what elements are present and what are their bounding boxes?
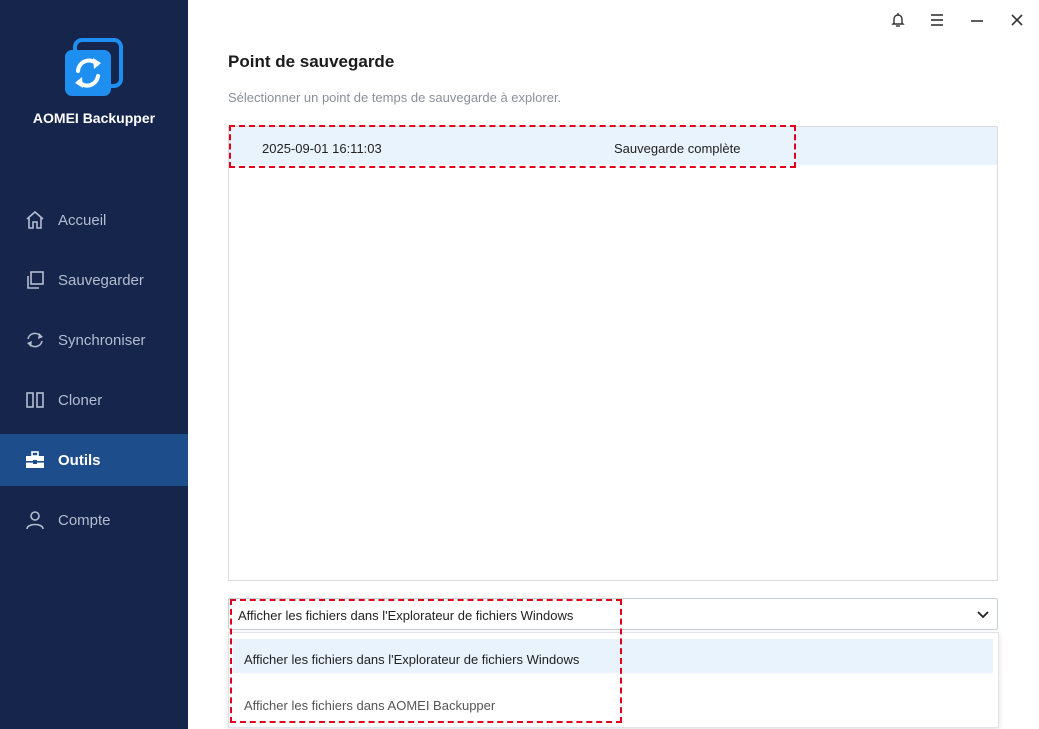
close-icon[interactable] [1006,9,1028,31]
sidebar-item-label: Outils [58,451,101,469]
page-subtitle: Sélectionner un point de temps de sauveg… [228,90,562,105]
highlight-box [230,599,622,723]
app-name: AOMEI Backupper [32,110,156,126]
user-icon [24,509,46,531]
copy-icon [24,269,46,291]
highlight-box [229,125,796,168]
sidebar-item-compte[interactable]: Compte [0,494,188,546]
clone-icon [24,389,46,411]
sidebar: AOMEI Backupper Accueil Sauvegarder Sync… [0,0,188,729]
sidebar-item-synchroniser[interactable]: Synchroniser [0,314,188,366]
sidebar-item-label: Compte [58,511,111,529]
backup-points-list: 2025-09-01 16:11:03 Sauvegarde complète [228,126,998,581]
sidebar-item-accueil[interactable]: Accueil [0,194,188,246]
sidebar-item-cloner[interactable]: Cloner [0,374,188,426]
bell-icon[interactable] [887,9,909,31]
menu-icon[interactable] [926,9,948,31]
toolbox-icon [24,449,46,471]
minimize-icon[interactable] [966,9,988,31]
sidebar-item-label: Synchroniser [58,331,146,349]
sidebar-item-outils[interactable]: Outils [0,434,188,486]
chevron-down-icon [975,606,991,622]
page-title: Point de sauvegarde [228,52,395,71]
app-logo-icon [63,38,123,98]
home-icon [24,209,46,231]
sidebar-item-sauvegarder[interactable]: Sauvegarder [0,254,188,306]
sidebar-item-label: Sauvegarder [58,271,144,289]
sidebar-item-label: Cloner [58,391,103,409]
sidebar-item-label: Accueil [58,211,107,229]
sync-icon [24,329,46,351]
